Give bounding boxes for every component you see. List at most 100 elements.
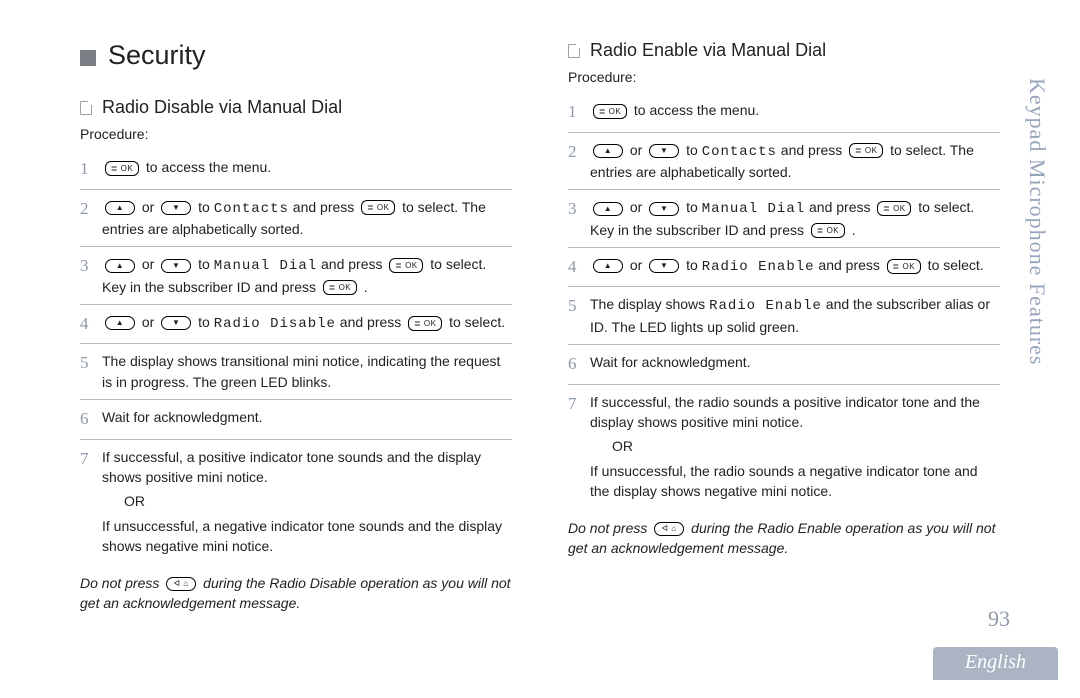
step-text: Key in the subscriber ID and press	[102, 279, 320, 295]
step-text: If unsuccessful, the radio sounds a nega…	[590, 463, 978, 499]
step-text: Key in the subscriber ID and press	[590, 222, 808, 238]
up-key-icon: ▲	[593, 202, 623, 216]
step-text: .	[848, 222, 856, 238]
step-body: ▲ or ▼ to Manual Dial and press ≣ OK to …	[590, 197, 1000, 240]
menu-item-radio-disable: Radio Disable	[214, 316, 336, 332]
up-key-icon: ▲	[105, 259, 135, 273]
left-column: Security Radio Disable via Manual Dial P…	[80, 40, 512, 614]
down-key-icon: ▼	[649, 202, 679, 216]
down-key-icon: ▼	[649, 259, 679, 273]
step-text: and press	[317, 256, 386, 272]
section-heading: Security	[80, 40, 512, 71]
ok-key-icon: ≣ OK	[389, 258, 423, 273]
step-number: 3	[568, 197, 590, 240]
step-number: 3	[80, 254, 102, 297]
step-number: 6	[568, 352, 590, 377]
step-number: 1	[80, 157, 102, 182]
ok-key-icon: ≣ OK	[323, 280, 357, 295]
step-text: or	[138, 199, 158, 215]
menu-item-manual-dial: Manual Dial	[214, 258, 317, 274]
step-text: to	[194, 199, 213, 215]
step-1: 1 ≣ OK to access the menu.	[568, 93, 1000, 133]
back-key-icon: ᐊ ⌂	[654, 522, 684, 536]
back-key-icon: ᐊ ⌂	[166, 577, 196, 591]
step-text: or	[626, 257, 646, 273]
step-2: 2 ▲ or ▼ to Contacts and press ≣ OK to s…	[80, 190, 512, 248]
or-divider: OR	[612, 432, 1000, 460]
step-text: and press	[336, 314, 405, 330]
procedure-label: Procedure:	[568, 69, 1000, 85]
step-body: The display shows transitional mini noti…	[102, 351, 512, 392]
section-title: Security	[108, 40, 206, 71]
step-text: to access the menu.	[142, 159, 271, 175]
ok-key-icon: ≣ OK	[887, 259, 921, 274]
ok-key-icon: ≣ OK	[849, 143, 883, 158]
step-body: If successful, the radio sounds a positi…	[590, 392, 1000, 501]
subsection-heading: Radio Disable via Manual Dial	[80, 97, 512, 118]
up-key-icon: ▲	[105, 316, 135, 330]
step-4: 4 ▲ or ▼ to Radio Disable and press ≣ OK…	[80, 305, 512, 345]
step-body: ▲ or ▼ to Radio Enable and press ≣ OK to…	[590, 255, 1000, 280]
subsection-title: Radio Disable via Manual Dial	[102, 97, 342, 118]
up-key-icon: ▲	[593, 259, 623, 273]
step-text: and press	[289, 199, 358, 215]
square-bullet-icon	[80, 50, 96, 66]
menu-item-manual-dial: Manual Dial	[702, 201, 805, 217]
step-6: 6 Wait for acknowledgment.	[80, 400, 512, 440]
step-number: 4	[80, 312, 102, 337]
step-number: 4	[568, 255, 590, 280]
ok-key-icon: ≣ OK	[593, 104, 627, 119]
step-number: 5	[80, 351, 102, 392]
step-5: 5 The display shows transitional mini no…	[80, 344, 512, 400]
step-text: to select.	[914, 199, 974, 215]
step-number: 1	[568, 100, 590, 125]
down-key-icon: ▼	[649, 144, 679, 158]
step-3: 3 ▲ or ▼ to Manual Dial and press ≣ OK t…	[568, 190, 1000, 248]
step-number: 6	[80, 407, 102, 432]
step-number: 2	[568, 140, 590, 183]
step-3: 3 ▲ or ▼ to Manual Dial and press ≣ OK t…	[80, 247, 512, 305]
step-body: If successful, a positive indicator tone…	[102, 447, 512, 556]
step-body: ▲ or ▼ to Contacts and press ≣ OK to sel…	[102, 197, 512, 240]
step-text: to	[682, 199, 701, 215]
step-7: 7 If successful, a positive indicator to…	[80, 440, 512, 563]
steps-list: 1 ≣ OK to access the menu. 2 ▲ or ▼ to C…	[568, 93, 1000, 508]
step-body: ≣ OK to access the menu.	[590, 100, 1000, 125]
step-text: to select.	[426, 256, 486, 272]
step-5: 5 The display shows Radio Enable and the…	[568, 287, 1000, 345]
step-text: or	[138, 256, 158, 272]
step-text: and press	[777, 142, 846, 158]
language-badge: English	[933, 647, 1058, 680]
step-body: Wait for acknowledgment.	[102, 407, 512, 432]
page-icon	[80, 101, 92, 115]
manual-page: Security Radio Disable via Manual Dial P…	[0, 0, 1080, 698]
step-text: or	[626, 142, 646, 158]
menu-item-radio-enable: Radio Enable	[702, 259, 815, 275]
step-number: 7	[80, 447, 102, 556]
down-key-icon: ▼	[161, 201, 191, 215]
up-key-icon: ▲	[105, 201, 135, 215]
caution-note: Do not press ᐊ ⌂ during the Radio Enable…	[568, 518, 1000, 559]
step-text: The display shows	[590, 296, 709, 312]
two-column-layout: Security Radio Disable via Manual Dial P…	[80, 40, 1000, 614]
caution-note: Do not press ᐊ ⌂ during the Radio Disabl…	[80, 573, 512, 614]
step-4: 4 ▲ or ▼ to Radio Enable and press ≣ OK …	[568, 248, 1000, 288]
step-2: 2 ▲ or ▼ to Contacts and press ≣ OK to s…	[568, 133, 1000, 191]
step-body: ▲ or ▼ to Radio Disable and press ≣ OK t…	[102, 312, 512, 337]
step-text: and press	[805, 199, 874, 215]
step-body: ≣ OK to access the menu.	[102, 157, 512, 182]
step-body: The display shows Radio Enable and the s…	[590, 294, 1000, 337]
menu-item-contacts: Contacts	[702, 144, 777, 160]
or-divider: OR	[124, 487, 512, 515]
step-body: ▲ or ▼ to Manual Dial and press ≣ OK to …	[102, 254, 512, 297]
note-text: Do not press	[80, 575, 163, 591]
step-1: 1 ≣ OK to access the menu.	[80, 150, 512, 190]
side-tab-title: Keypad Microphone Features	[1024, 78, 1050, 365]
step-text: to	[194, 256, 213, 272]
step-text: to access the menu.	[630, 102, 759, 118]
step-body: ▲ or ▼ to Contacts and press ≣ OK to sel…	[590, 140, 1000, 183]
ok-key-icon: ≣ OK	[408, 316, 442, 331]
step-text: If unsuccessful, a negative indicator to…	[102, 518, 502, 554]
menu-item-contacts: Contacts	[214, 201, 289, 217]
step-text: to	[194, 314, 213, 330]
